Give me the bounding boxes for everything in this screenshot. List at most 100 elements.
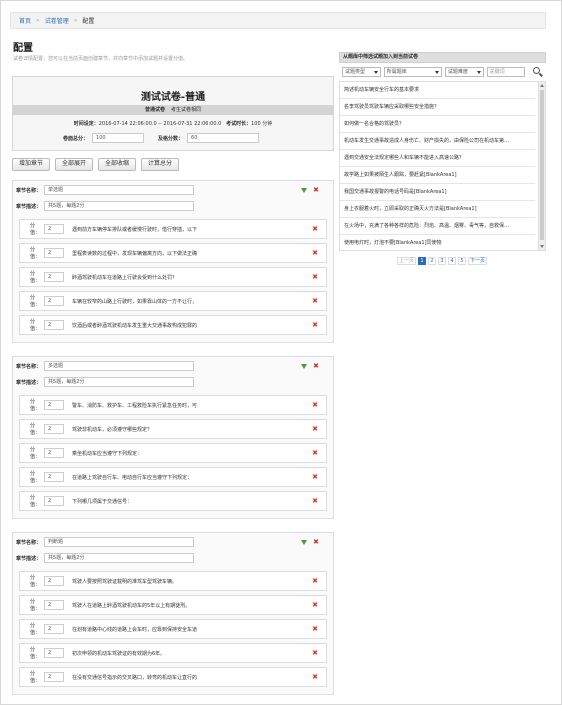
chapter-name-input[interactable]: 判断题 — [44, 537, 195, 547]
list-item[interactable]: 简述机动车辆安全行车的基本要求 — [340, 82, 535, 99]
chapter-name-input[interactable]: 单选题 — [44, 185, 195, 195]
breadcrumb-home[interactable]: 首页 — [19, 16, 31, 25]
page-button[interactable]: 2 — [428, 257, 437, 265]
pass-score-input[interactable]: 60 — [187, 133, 260, 143]
list-item[interactable]: 我国交通事故报警的电话号码是[BlankArea1] — [340, 184, 535, 201]
delete-chapter-icon[interactable]: ✖ — [313, 363, 319, 370]
chapter-desc-label: 章节描述： — [16, 379, 42, 386]
delete-chapter-icon[interactable]: ✖ — [313, 539, 319, 546]
move-down-icon[interactable] — [301, 364, 308, 369]
chapter-desc-input[interactable]: 共5题，每题2分 — [44, 201, 195, 211]
list-item[interactable]: 遇到交通安全法规定哪些人和车辆不能进入高速公路？ — [340, 150, 535, 167]
list-item[interactable]: 名李驾驶员驾驶车辆应采取哪些安全措施？ — [340, 99, 535, 116]
question-item: 分值： 2 在没有交通信号指示的交叉路口，转弯的机动车让直行的 ✖ — [19, 667, 327, 687]
breadcrumb-separator-icon: » — [73, 17, 78, 24]
score-input[interactable]: 2 — [44, 248, 64, 258]
prev-page-button[interactable]: 上一页 — [397, 257, 417, 265]
question-type-select[interactable]: 试题类型 — [342, 67, 381, 77]
delete-chapter-icon[interactable]: ✖ — [313, 187, 319, 194]
paper-panel: 测试试卷-普通 普通试卷 考生试卷相同 时间设定：2016-07-14 22:06… — [12, 76, 334, 151]
delete-question-icon[interactable]: ✖ — [312, 673, 318, 681]
question-text: 驾驶非机动车，必须遵守哪些规定？ — [72, 426, 153, 433]
delete-question-icon[interactable]: ✖ — [312, 449, 318, 457]
question-text: 驾驶人在道路上醉酒驾驶机动车的5年以上有期徒刑。 — [72, 602, 191, 609]
page-button[interactable]: 5 — [458, 257, 467, 265]
chapter-name-row: 章节名称： 判断题 — [16, 537, 195, 547]
score-input[interactable]: 2 — [44, 624, 64, 634]
score-input[interactable]: 2 — [44, 424, 64, 434]
question-bank-select[interactable]: 所属题库 — [383, 67, 442, 77]
page-description: 试卷详情配置，您可以在当前页面创建章节，并向章节中添加试题并设置分值。 — [13, 56, 189, 62]
score-input[interactable]: 2 — [44, 576, 64, 586]
score-label: 分值： — [30, 399, 41, 412]
question-text: 驾驶人要按照驾驶证载明的准驾车型驾驶车辆。 — [72, 578, 178, 585]
calculate-total-button[interactable]: 计算总分 — [141, 158, 180, 171]
list-scrollbar[interactable] — [538, 82, 545, 250]
score-input[interactable]: 2 — [44, 648, 64, 658]
expand-all-button[interactable]: 全部展开 — [55, 158, 94, 171]
list-item[interactable]: 在火场中，充满了各种各样的危险：烈焰、高温、烟雾、毒气等，自救保… — [340, 218, 535, 235]
move-down-icon[interactable] — [301, 188, 308, 193]
score-input[interactable]: 2 — [44, 296, 64, 306]
page-button[interactable]: 3 — [438, 257, 447, 265]
chapter-desc-row: 章节描述： 共5题，每题2分 — [16, 377, 195, 387]
score-input[interactable]: 2 — [44, 400, 64, 410]
score-label: 分值： — [30, 447, 41, 460]
score-input[interactable]: 2 — [44, 272, 64, 282]
list-item[interactable]: 使用电灯时，灯泡不要[BlankArea1]同使物 — [340, 235, 535, 250]
chapter-desc-input[interactable]: 共5题，每题2分 — [44, 377, 195, 387]
question-item: 分值： 2 里程表读数的过程中，发现车辆偏离方向，以下做法正确 ✖ — [19, 243, 327, 263]
score-label: 分值： — [30, 271, 41, 284]
delete-question-icon[interactable]: ✖ — [312, 497, 318, 505]
list-item[interactable]: 机动车发生交通事故造成人身伤亡、财产损失的，由保险公司在机动车第… — [340, 133, 535, 150]
list-item[interactable]: 故学路上如果被陌生人跟踪，要赶紧[BlankArea1] — [340, 167, 535, 184]
score-input[interactable]: 2 — [44, 672, 64, 682]
add-chapter-button[interactable]: 增加章节 — [12, 158, 51, 171]
score-label: 分值： — [30, 495, 41, 508]
score-input[interactable]: 2 — [44, 224, 64, 234]
question-bank-title: 从题库中筛选试题加入到当前试卷 — [339, 52, 546, 63]
score-label: 分值： — [30, 319, 41, 332]
delete-question-icon[interactable]: ✖ — [312, 249, 318, 257]
breadcrumb-paper-manage[interactable]: 试卷管理 — [45, 16, 69, 25]
delete-question-icon[interactable]: ✖ — [312, 401, 318, 409]
delete-question-icon[interactable]: ✖ — [312, 473, 318, 481]
total-score-input[interactable]: 100 — [92, 133, 145, 143]
score-input[interactable]: 2 — [44, 600, 64, 610]
delete-question-icon[interactable]: ✖ — [312, 425, 318, 433]
score-input[interactable]: 2 — [44, 320, 64, 330]
delete-question-icon[interactable]: ✖ — [312, 625, 318, 633]
score-input[interactable]: 2 — [44, 496, 64, 506]
score-input[interactable]: 2 — [44, 472, 64, 482]
chapter-desc-input[interactable]: 共5题，每题2分 — [44, 553, 195, 563]
page-button[interactable]: 4 — [448, 257, 457, 265]
delete-question-icon[interactable]: ✖ — [312, 273, 318, 281]
score-input[interactable]: 2 — [44, 448, 64, 458]
move-down-icon[interactable] — [301, 540, 308, 545]
score-label: 分值： — [30, 671, 41, 684]
page-button[interactable]: 1 — [418, 257, 427, 265]
collapse-all-button[interactable]: 全部收缩 — [98, 158, 137, 171]
delete-question-icon[interactable]: ✖ — [312, 297, 318, 305]
breadcrumb: 首页 » 试卷管理 » 配置 — [10, 12, 546, 29]
score-label: 分值： — [30, 295, 41, 308]
delete-question-icon[interactable]: ✖ — [312, 649, 318, 657]
chapter-name-input[interactable]: 多选题 — [44, 361, 195, 371]
delete-question-icon[interactable]: ✖ — [312, 321, 318, 329]
delete-question-icon[interactable]: ✖ — [312, 577, 318, 585]
time-label: 时间设定： — [73, 121, 99, 127]
keyword-input[interactable]: 关键词 — [486, 67, 526, 77]
next-page-button[interactable]: 下一页 — [468, 257, 488, 265]
delete-question-icon[interactable]: ✖ — [312, 601, 318, 609]
chapter-actions: ✖ — [301, 539, 319, 546]
question-bank-list: 简述机动车辆安全行车的基本要求 名李驾驶员驾驶车辆应采取哪些安全措施？ 如何做一… — [339, 81, 546, 251]
chapter-name-row: 章节名称： 多选题 — [16, 361, 195, 371]
breadcrumb-current: 配置 — [82, 18, 95, 25]
difficulty-select[interactable]: 试题难度 — [444, 67, 484, 77]
search-icon[interactable] — [533, 67, 544, 77]
chapter-name-label: 章节名称： — [16, 539, 42, 546]
chapter-actions: ✖ — [301, 363, 319, 370]
list-item[interactable]: 如何做一名合格的驾驶员？ — [340, 116, 535, 133]
delete-question-icon[interactable]: ✖ — [312, 225, 318, 233]
list-item[interactable]: 身上衣服着火时，立即采取的正确灭火方法是[BlankArea1] — [340, 201, 535, 218]
